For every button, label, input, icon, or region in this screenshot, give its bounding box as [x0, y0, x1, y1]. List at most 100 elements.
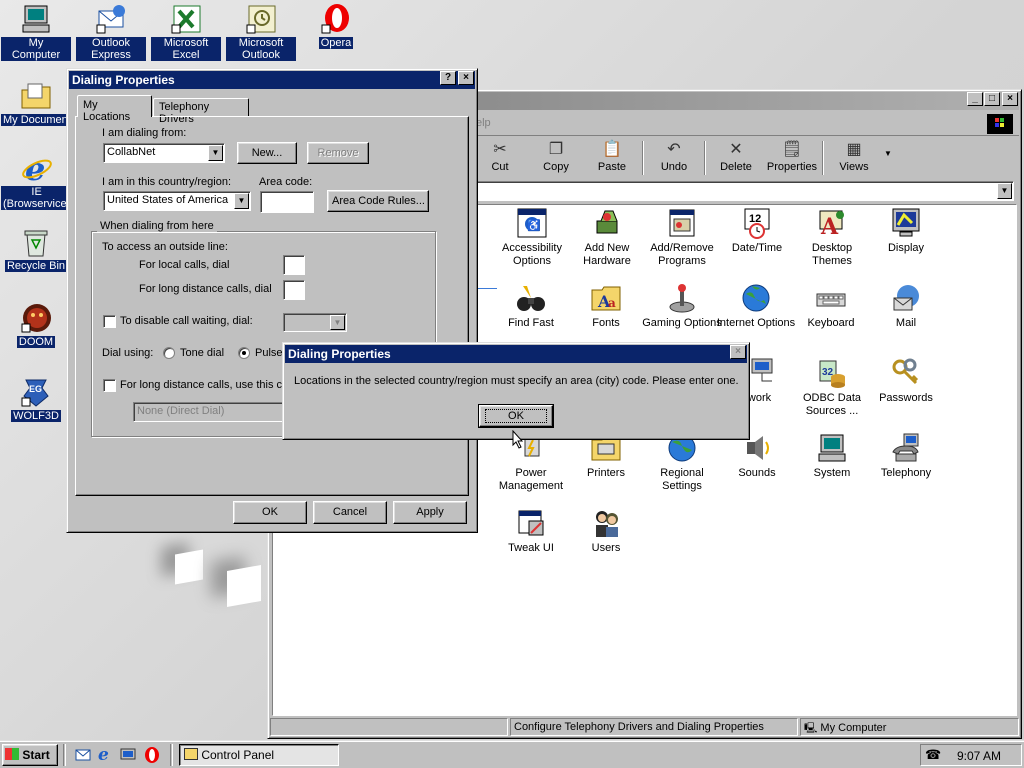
cp-desktop-themes[interactable]: A Desktop Themes	[792, 207, 872, 268]
quick-launch-outlook-express-icon[interactable]	[75, 747, 91, 763]
views-dropdown-arrow-icon[interactable]: ▼	[884, 149, 892, 158]
alert-message: Locations in the selected country/region…	[294, 375, 739, 387]
new-location-button[interactable]: New...	[237, 142, 297, 164]
toolbar-undo[interactable]: ↶ Undo	[646, 139, 702, 173]
dialog-title: Dialing Properties	[72, 73, 175, 87]
toolbar-copy[interactable]: ❐ Copy	[528, 139, 584, 173]
desktop-icon-recycle-bin[interactable]: Recycle Bin	[1, 226, 71, 272]
calling-card-label: For long distance calls, use this ca	[120, 379, 289, 391]
desktop-icon-opera[interactable]: Opera	[301, 3, 371, 49]
tab-my-locations[interactable]: My Locations	[77, 95, 152, 123]
toolbar-paste[interactable]: 📋 Paste	[584, 139, 640, 173]
cp-users[interactable]: Users	[566, 507, 646, 555]
cp-power-management[interactable]: Power Management	[491, 432, 571, 493]
address-bar[interactable]: ▼	[468, 181, 1014, 201]
desktop-icon-my-documents[interactable]: My Documents	[1, 80, 79, 126]
folder-icon	[20, 80, 52, 112]
chevron-down-icon[interactable]: ▼	[234, 193, 249, 209]
cp-tweak-ui[interactable]: Tweak UI	[491, 507, 571, 555]
svg-text:12: 12	[749, 213, 761, 225]
tab-telephony-drivers[interactable]: Telephony Drivers	[153, 98, 249, 125]
start-button[interactable]: Start	[2, 744, 58, 766]
cancel-button[interactable]: Cancel	[313, 501, 387, 524]
minimize-button[interactable]: _	[967, 92, 983, 106]
toolbar-cut[interactable]: ✂ Cut	[472, 139, 528, 173]
cp-mail[interactable]: Mail	[866, 282, 946, 330]
tone-dial-radio[interactable]	[163, 347, 175, 359]
quick-launch-opera-icon[interactable]	[144, 746, 160, 764]
country-combo[interactable]: United States of America ▼	[103, 191, 251, 211]
ie-icon: e	[20, 150, 52, 188]
cp-fonts[interactable]: Aa Fonts	[566, 282, 646, 330]
local-calls-input[interactable]	[283, 255, 305, 275]
disable-call-waiting-checkbox[interactable]	[103, 315, 116, 328]
area-code-label: Area code:	[259, 176, 313, 188]
cp-add-new-hardware[interactable]: Add New Hardware	[567, 207, 647, 268]
cp-passwords[interactable]: Passwords	[866, 357, 946, 405]
windows-logo-icon	[987, 114, 1013, 134]
desktop-icon-outlook[interactable]: Microsoft Outlook	[226, 3, 296, 61]
alert-ok-button[interactable]: OK	[478, 404, 554, 428]
cp-odbc-data-sources[interactable]: 32 ODBC Data Sources ...	[792, 357, 872, 418]
calling-card-combo[interactable]: None (Direct Dial)	[133, 402, 283, 422]
cp-keyboard[interactable]: Keyboard	[791, 282, 871, 330]
desktop-icon-excel[interactable]: Microsoft Excel	[151, 3, 221, 61]
cp-display[interactable]: Display	[866, 207, 946, 255]
quick-launch-desktop-icon[interactable]	[120, 747, 136, 763]
close-button[interactable]: ×	[458, 71, 474, 85]
desktop-icon-doom[interactable]: DOOM	[1, 302, 71, 348]
cp-add-remove-programs[interactable]: Add/Remove Programs	[642, 207, 722, 268]
telephony-tray-icon[interactable]: ☎	[925, 747, 941, 763]
alert-title: Dialing Properties	[288, 347, 391, 361]
windows-logo-icon	[5, 748, 19, 760]
area-code-rules-button[interactable]: Area Code Rules...	[327, 190, 429, 212]
help-button[interactable]: ?	[440, 71, 456, 85]
desktop-icon-my-computer[interactable]: My Computer	[1, 3, 71, 61]
desktop-icon-wolf3d[interactable]: EG WOLF3D	[1, 376, 71, 422]
outlook-icon	[245, 3, 277, 35]
long-distance-input[interactable]	[283, 280, 305, 300]
desktop-icon-ie[interactable]: e IE (Browservice)	[1, 150, 73, 210]
cp-date-time[interactable]: 12 Date/Time	[717, 207, 797, 255]
chevron-down-icon[interactable]: ▼	[330, 315, 345, 330]
maximize-button[interactable]: □	[984, 92, 1000, 106]
toolbar-separator	[642, 141, 644, 175]
views-icon: ▦	[846, 141, 862, 158]
programs-icon	[666, 207, 698, 239]
taskbar-control-panel-button[interactable]: Control Panel	[179, 744, 339, 766]
apply-button[interactable]: Apply	[393, 501, 467, 524]
menu-help[interactable]: elp	[476, 117, 491, 129]
ok-button[interactable]: OK	[233, 501, 307, 524]
cp-gaming-options[interactable]: Gaming Options	[642, 282, 722, 330]
toolbar-properties[interactable]: 🗒 Properties	[764, 139, 820, 173]
dialing-properties-titlebar[interactable]: Dialing Properties	[69, 71, 475, 89]
telephone-icon	[890, 432, 922, 464]
cp-internet-options[interactable]: Internet Options	[716, 282, 796, 330]
copy-icon: ❐	[548, 141, 564, 158]
call-waiting-combo[interactable]: ▼	[283, 313, 347, 332]
calling-card-checkbox[interactable]	[103, 379, 116, 392]
alert-titlebar[interactable]: Dialing Properties	[285, 345, 747, 363]
users-icon	[590, 507, 622, 539]
quick-launch-ie-icon[interactable]: e	[98, 746, 116, 764]
location-combo[interactable]: CollabNet ▼	[103, 143, 225, 163]
area-code-input[interactable]	[260, 191, 314, 213]
cp-system[interactable]: System	[792, 432, 872, 480]
remove-location-button[interactable]: Remove	[307, 142, 369, 164]
pulse-dial-radio[interactable]	[238, 347, 250, 359]
close-button[interactable]: ×	[1002, 92, 1018, 106]
close-button[interactable]: ×	[730, 345, 746, 359]
cp-regional-settings[interactable]: Regional Settings	[642, 432, 722, 493]
opera-icon	[320, 3, 352, 35]
clock[interactable]: 9:07 AM	[957, 749, 1001, 763]
wallpaper-shape	[227, 565, 261, 607]
toolbar-delete[interactable]: ✕ Delete	[708, 139, 764, 173]
address-dropdown-icon[interactable]: ▼	[997, 183, 1012, 199]
cp-find-fast[interactable]: Find Fast	[491, 282, 571, 330]
chevron-down-icon[interactable]: ▼	[208, 145, 223, 161]
cp-telephony[interactable]: Telephony	[866, 432, 946, 480]
toolbar-views[interactable]: ▦ Views	[826, 139, 882, 173]
desktop-icon-outlook-express[interactable]: Outlook Express	[76, 3, 146, 61]
cp-accessibility-options[interactable]: ♿ Accessibility Options	[492, 207, 572, 268]
binoculars-icon	[515, 282, 547, 314]
